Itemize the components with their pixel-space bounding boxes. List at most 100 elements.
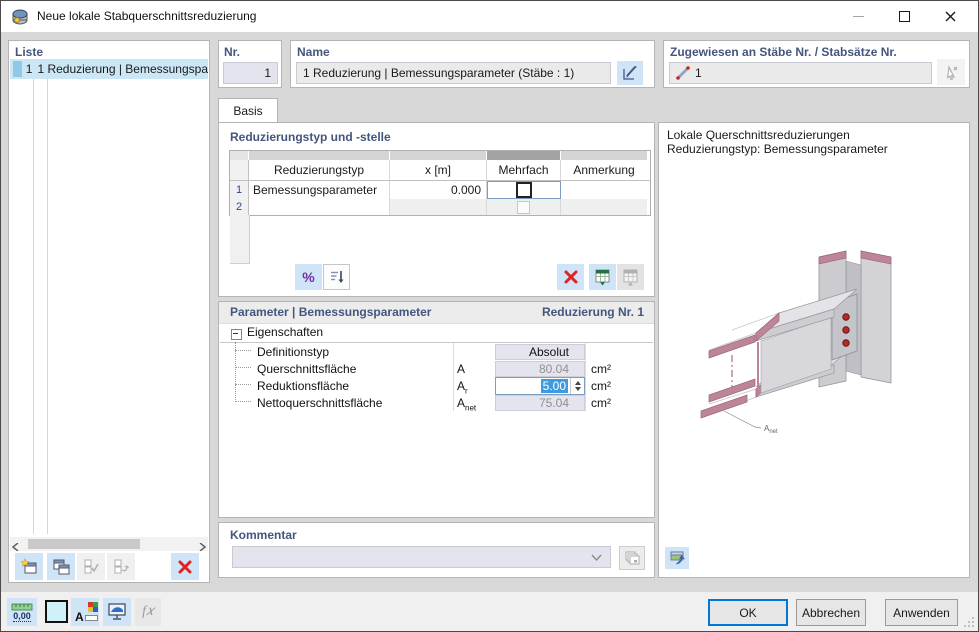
window-title: Neue lokale Stabquerschnittsreduzierung	[37, 9, 257, 23]
anmerkung-cell[interactable]	[561, 181, 647, 199]
cancel-button[interactable]: Abbrechen	[796, 599, 866, 626]
pick-cursor-icon	[946, 65, 958, 80]
ruler-icon	[11, 603, 33, 610]
new-item-button[interactable]	[15, 553, 43, 580]
ok-button[interactable]: OK	[708, 599, 788, 626]
reduction-section: Reduzierungstyp und -stelle Reduzierungs…	[218, 122, 655, 297]
reduction-number-badge: Reduzierung Nr. 1	[541, 305, 644, 319]
apply-button[interactable]: Anwenden	[885, 599, 958, 626]
name-value-field[interactable]: 1 Reduzierung | Bemessungsparameter (Stä…	[296, 62, 611, 84]
list-item[interactable]: 1 1 Reduzierung | Bemessungspa	[10, 59, 208, 79]
mehrfach-cell[interactable]	[487, 181, 561, 199]
fx-icon: f𝑥	[142, 604, 154, 619]
tree-stub	[235, 384, 251, 385]
assigned-value-field[interactable]: 1	[669, 62, 932, 84]
list-label: Liste	[15, 45, 44, 59]
param-label: Definitionstyp	[257, 345, 330, 359]
graphic-options-icon	[670, 551, 685, 565]
units-value: 0,00	[13, 610, 31, 622]
table-header-row: Reduzierungstyp x [m] Mehrfach Anmerkung	[230, 160, 650, 181]
spinner-up-button[interactable]	[574, 381, 581, 385]
tree-collapse-toggle[interactable]	[231, 329, 242, 340]
edit-name-button[interactable]	[617, 61, 643, 85]
maximize-icon	[898, 11, 910, 22]
area-value: 80.04	[495, 361, 585, 377]
column-header[interactable]: Reduzierungstyp	[249, 160, 390, 180]
rendering-button[interactable]	[103, 598, 131, 626]
x-value-cell[interactable]	[390, 199, 487, 215]
spinner-down-button[interactable]	[574, 387, 581, 391]
display-properties-icon: A	[75, 602, 98, 624]
assigned-value: 1	[695, 66, 702, 80]
mehrfach-cell[interactable]	[487, 199, 561, 215]
scroll-right-arrow[interactable]	[198, 540, 207, 554]
column-header[interactable]: Anmerkung	[561, 160, 647, 180]
param-label: Nettoquerschnittsfläche	[257, 396, 383, 410]
reduction-type-cell[interactable]: Bemessungsparameter	[249, 181, 390, 199]
app-icon	[12, 9, 28, 25]
comment-label: Kommentar	[230, 528, 297, 542]
display-properties-button[interactable]: A	[71, 598, 99, 626]
chevron-down-icon[interactable]	[591, 554, 602, 561]
list-item-number: 1	[25, 62, 33, 76]
param-col-separator	[585, 343, 586, 411]
column-header[interactable]: Mehrfach	[487, 160, 561, 180]
delete-item-button[interactable]	[171, 553, 199, 580]
resize-grip[interactable]	[963, 616, 975, 628]
mehrfach-checkbox[interactable]	[516, 182, 532, 198]
tree-stub	[235, 401, 251, 402]
param-unit: cm²	[591, 379, 611, 393]
edit-pencil-icon	[623, 66, 637, 80]
scroll-thumb[interactable]	[28, 539, 140, 549]
connection-3d-preview: Anet	[700, 250, 892, 435]
definitionstyp-value[interactable]: Absolut	[495, 344, 585, 360]
x-value-cell[interactable]: 0.000	[390, 181, 487, 199]
delete-row-button[interactable]	[557, 264, 584, 290]
comment-combobox[interactable]	[232, 546, 611, 568]
maximize-button[interactable]	[881, 1, 927, 32]
title-bar: Neue lokale Stabquerschnittsreduzierung	[1, 1, 978, 32]
assigned-label: Zugewiesen an Stäbe Nr. / Stabsätze Nr.	[670, 45, 897, 59]
pick-members-button[interactable]	[937, 59, 965, 85]
scroll-left-arrow[interactable]	[11, 540, 20, 554]
anmerkung-cell[interactable]	[561, 199, 647, 215]
invert-selection-button	[107, 553, 135, 580]
sort-button[interactable]	[323, 264, 350, 290]
tree-line	[235, 342, 236, 402]
percent-button[interactable]: %	[295, 264, 322, 290]
copy-item-icon	[53, 559, 69, 575]
rownum-column-strip	[230, 215, 250, 264]
strip-cell	[230, 151, 249, 160]
param-unit: cm²	[591, 396, 611, 410]
assigned-panel: Zugewiesen an Stäbe Nr. / Stabsätze Nr. …	[663, 40, 970, 88]
sort-icon	[330, 271, 343, 283]
net-area-annotation: Anet	[764, 424, 778, 435]
reduction-area-spinbox[interactable]: 5.00	[495, 377, 585, 395]
strip-cell	[249, 151, 390, 160]
list-scrollbar[interactable]	[10, 537, 208, 554]
list-gridline	[47, 59, 48, 534]
net-area-value: 75.04	[495, 395, 585, 411]
minus-icon	[233, 333, 238, 334]
column-header[interactable]: x [m]	[390, 160, 487, 180]
table-column-strip	[230, 151, 650, 160]
graphic-options-button[interactable]	[665, 547, 689, 569]
param-symbol: Ar	[457, 379, 468, 396]
reduction-area-value[interactable]: 5.00	[540, 379, 568, 393]
table-row: 1 Bemessungsparameter 0.000	[230, 181, 650, 199]
tab-basis[interactable]: Basis	[218, 98, 278, 123]
name-panel: Name 1 Reduzierung | Bemessungsparameter…	[290, 40, 655, 88]
background-color-well[interactable]	[45, 600, 68, 623]
excel-export-icon	[595, 269, 610, 285]
group-underline	[220, 342, 653, 343]
reduction-type-cell[interactable]	[249, 199, 390, 215]
minimize-button[interactable]	[835, 1, 881, 32]
excel-import-button	[617, 264, 644, 290]
units-settings-button[interactable]: 0,00	[7, 598, 37, 626]
list-panel: Liste 1 1 Reduzierung | Bemessungspa	[8, 40, 210, 583]
excel-export-button[interactable]	[589, 264, 616, 290]
excel-import-icon	[623, 269, 638, 285]
list-item-color-swatch	[13, 61, 23, 77]
copy-item-button[interactable]	[47, 553, 75, 580]
close-button[interactable]	[927, 1, 973, 32]
